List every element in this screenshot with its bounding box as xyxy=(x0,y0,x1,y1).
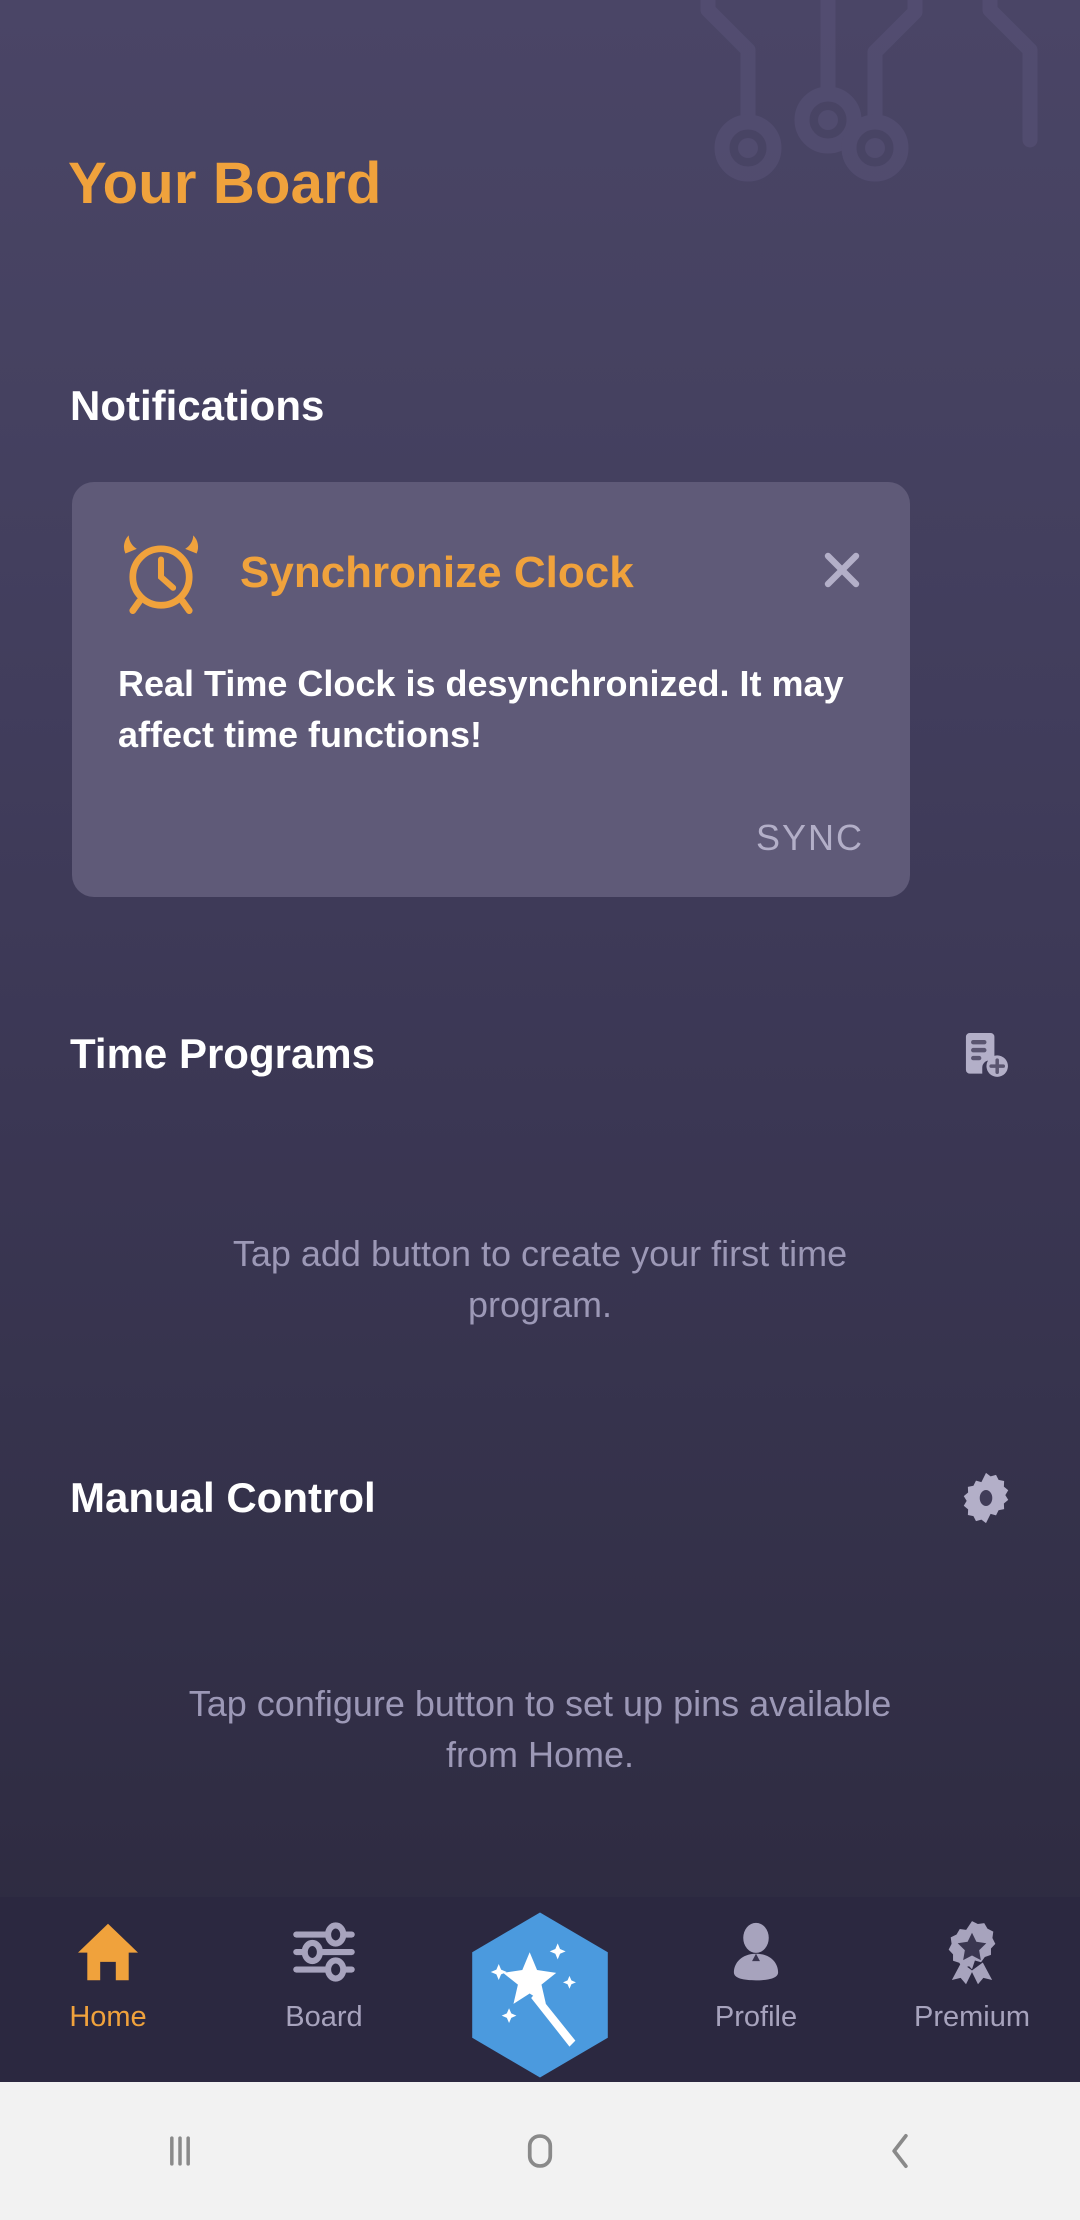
home-square-icon[interactable] xyxy=(480,2091,600,2211)
circuit-decoration-icon xyxy=(700,0,1038,182)
alarm-clock-icon xyxy=(123,535,199,614)
section-heading-notifications: Notifications xyxy=(70,382,325,429)
award-glyph xyxy=(948,1921,996,1985)
empty-state-time-programs: Tap add button to create your first time… xyxy=(232,1233,848,1326)
home-icon xyxy=(72,1915,144,1989)
gear-glyph xyxy=(963,1472,1009,1524)
recents-icon[interactable] xyxy=(120,2091,240,2211)
nav-center-magic-button[interactable] xyxy=(432,1912,648,2079)
nav-item-home[interactable]: Home xyxy=(0,1915,216,2034)
notification-header: Synchronize Clock xyxy=(118,530,874,616)
home-square-glyph xyxy=(527,2134,553,2168)
nav-label-board: Board xyxy=(285,2001,363,2033)
section-heading-manual-control: Manual Control xyxy=(70,1474,376,1521)
nav-item-premium[interactable]: Premium xyxy=(864,1915,1080,2034)
section-heading-time-programs: Time Programs xyxy=(70,1030,376,1077)
home-glyph xyxy=(78,1923,138,1981)
bottom-navigation: Home Board Profile Premium xyxy=(0,1897,1080,2082)
back-chevron-glyph xyxy=(892,2133,908,2169)
recents-glyph xyxy=(170,2136,190,2166)
sliders-icon xyxy=(289,1915,359,1989)
award-icon xyxy=(937,1915,1007,1989)
gear-icon[interactable] xyxy=(954,1466,1018,1530)
notification-card[interactable]: Synchronize Clock Real Time Clock is des… xyxy=(72,482,910,897)
add-note-glyph xyxy=(965,1033,1008,1077)
person-glyph xyxy=(733,1922,779,1981)
notification-title: Synchronize Clock xyxy=(240,548,634,597)
nav-item-board[interactable]: Board xyxy=(216,1915,432,2034)
close-icon[interactable] xyxy=(812,540,872,600)
back-chevron-icon[interactable] xyxy=(840,2091,960,2211)
nav-label-premium: Premium xyxy=(913,2001,1030,2033)
nav-item-profile[interactable]: Profile xyxy=(648,1915,864,2034)
app-content: Your Board Notifications Synchronize Clo… xyxy=(0,0,1080,2082)
sliders-glyph xyxy=(293,1922,355,1982)
sync-button[interactable]: SYNC xyxy=(756,817,864,859)
notification-body: Real Time Clock is desynchronized. It ma… xyxy=(118,663,844,756)
page-title: Your Board xyxy=(68,151,382,216)
close-glyph xyxy=(824,552,860,588)
nav-label-home: Home xyxy=(69,2001,147,2033)
phone-screen: Your Board Notifications Synchronize Clo… xyxy=(0,0,1080,2220)
section-header-manual-control: Manual Control xyxy=(70,1466,1018,1530)
add-note-icon[interactable] xyxy=(954,1022,1018,1086)
android-system-bar xyxy=(0,2082,1080,2220)
empty-state-manual-control: Tap configure button to set up pins avai… xyxy=(188,1683,892,1776)
nav-label-profile: Profile xyxy=(714,2001,798,2033)
section-header-time-programs: Time Programs xyxy=(70,1022,1018,1086)
magic-wand-icon xyxy=(472,1912,608,2078)
person-icon xyxy=(722,1915,790,1989)
